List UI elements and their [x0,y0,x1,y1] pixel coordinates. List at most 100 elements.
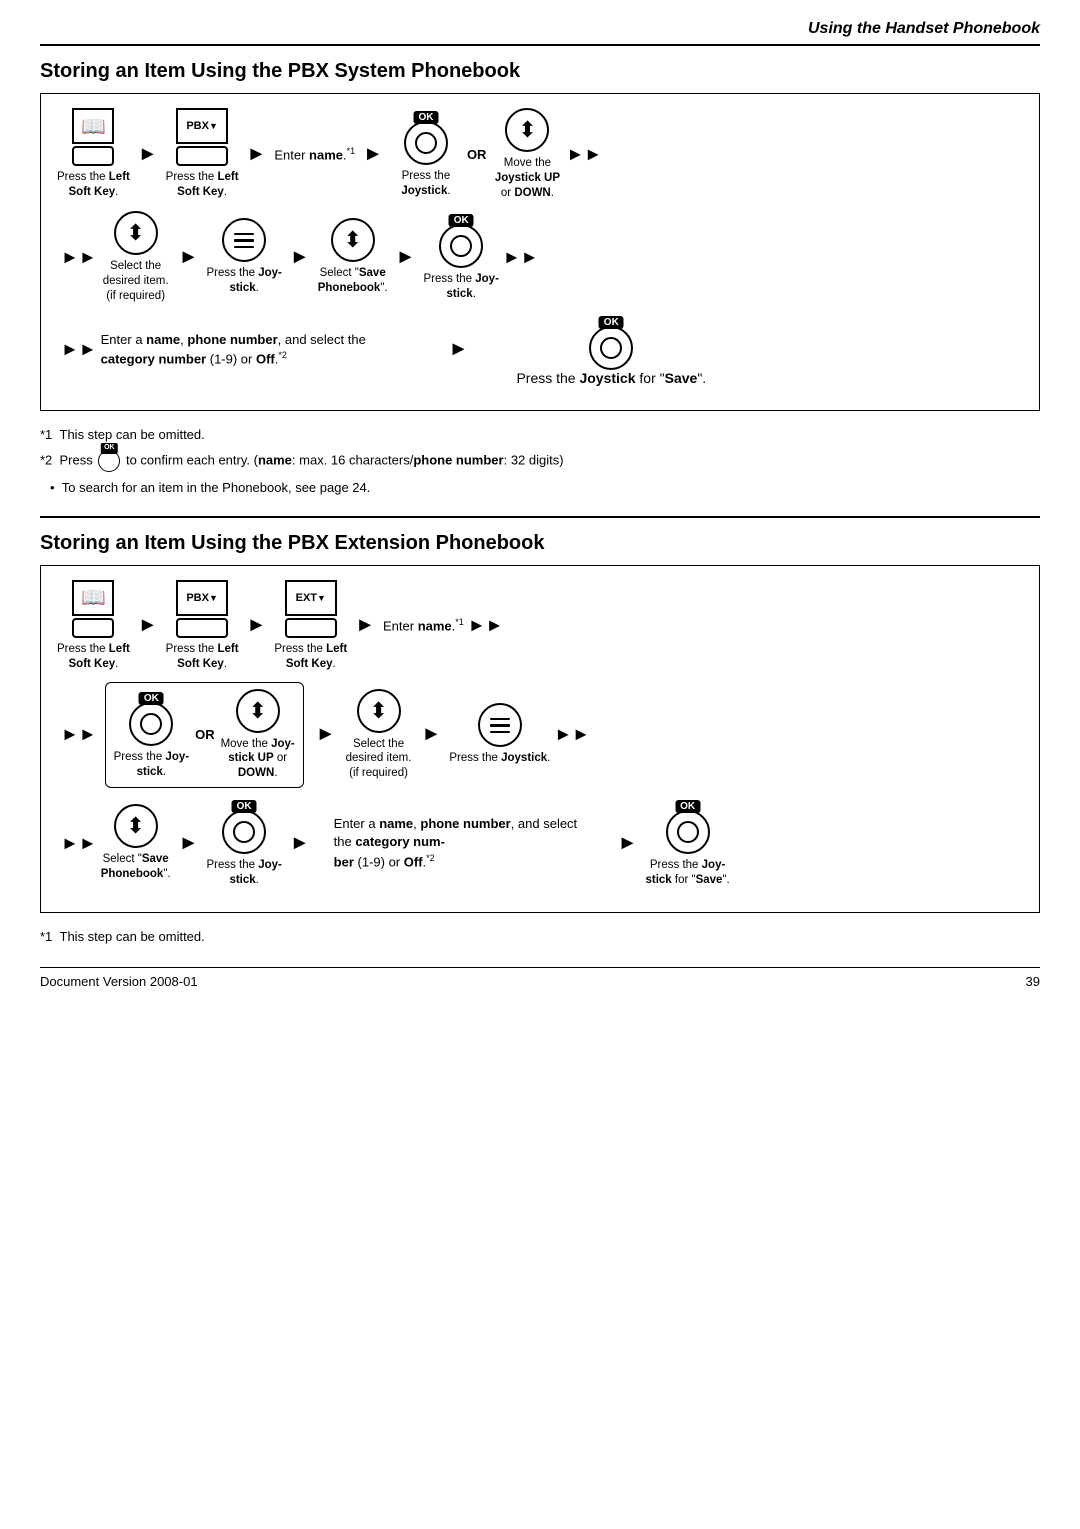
step-select-save: ⬍ Select "SavePhonebook". [318,218,388,296]
s2-arrow6: ► [179,832,199,855]
joystick-up-icon: ⬍ [505,108,549,152]
book-btn [72,146,114,166]
pbx-icon: PBX▼ [176,108,228,144]
footer-page: 39 [1026,974,1040,989]
s2-pbx-btn [176,618,228,638]
s2-move-label: Move the Joy-stick UP orDOWN. [221,737,295,782]
s2-enter-name: Enter name.*1 [383,617,464,633]
page-footer: Document Version 2008-01 39 [40,967,1040,989]
press-joystick-label2: Press the Joy-stick. [206,266,281,296]
s2-select-label: Select thedesired item.(if required) [346,737,412,782]
arrow4: ► [179,246,199,269]
arrow-double-4: ►► [61,339,97,360]
s2-select-save-label: Select "SavePhonebook". [101,852,171,882]
header-rule [40,44,1040,46]
s2-enter-name-text: Enter name.*1 [383,617,464,633]
s2-step-select: ⬍ Select thedesired item.(if required) [344,689,414,782]
arrow-double-2: ►► [61,247,97,268]
s2-joystick-select: ⬍ [357,689,401,733]
s2-step-joy-up: ⬍ Move the Joy-stick UP orDOWN. [221,689,295,782]
s2-book-icon: 📖 [72,580,114,616]
s2-menu-line2 [490,724,510,727]
note1-1: *1 This step can be omitted. [40,425,1040,445]
s2-step-ext: EXT▼ Press the LeftSoft Key. [274,580,347,672]
s2-menu-line1 [490,718,510,721]
s2-menu-line3 [490,731,510,734]
step-pbx-1: PBX▼ Press the LeftSoft Key. [166,108,239,200]
step1-label: Press the LeftSoft Key. [57,170,130,200]
s2-step-joy-ok: OK Press the Joy-stick. [114,690,189,780]
section1-row2: ►► ⬍ Select thedesired item.(if required… [57,211,1023,304]
page-header: Using the Handset Phonebook [40,20,1040,38]
s2-arrow3: ► [355,614,375,637]
joystick-up-arrows: ⬍ [518,119,536,141]
s2-menu-icon [478,703,522,747]
s2-arrow7: ► [290,832,310,855]
menu-icon [222,218,266,262]
enter-details-text: Enter a name, phone number, and select t… [101,331,421,369]
s2-step-up-save: ⬍ Select "SavePhonebook". [101,804,171,882]
step2-label: Press the LeftSoft Key. [166,170,239,200]
s2-up-arrows2: ⬍ [126,815,144,837]
joystick-arrows2: ⬍ [126,222,144,244]
or-label-1: OR [467,147,487,162]
step-joystick-up-1: ⬍ Move theJoystick UPor DOWN. [492,108,562,201]
s2-joystick-up2: ⬍ [114,804,158,848]
s2-joystick-ok2 [222,810,266,854]
move-joystick-label: Move theJoystick UPor DOWN. [495,156,560,201]
arrow-double-3: ►► [503,247,539,268]
step-press-ok: OK Press the Joy-stick. [423,212,498,302]
s2-arrow-double4: ►► [61,833,97,854]
joystick-ok-icon3 [589,326,633,370]
s2-step-pbx: PBX▼ Press the LeftSoft Key. [166,580,239,672]
section2-row3: ►► ⬍ Select "SavePhonebook". ► OK Press … [57,798,1023,888]
s2-step-book: 📖 Press the LeftSoft Key. [57,580,130,672]
s2-book-btn [72,618,114,638]
s2-arrow-double3: ►► [554,724,590,745]
section1-row1: 📖 Press the LeftSoft Key. ► PBX▼ Press t… [57,108,1023,201]
section1-row3: ►► Enter a name, phone number, and selec… [57,314,1023,386]
step-joystick-ok-1: OK Press theJoystick. [391,109,461,199]
s2-joystick-up: ⬍ [236,689,280,733]
menu-line2 [234,239,254,242]
step-select-item: ⬍ Select thedesired item.(if required) [101,211,171,304]
s2-step3-label: Press the LeftSoft Key. [274,642,347,672]
press-joystick-label: Press theJoystick. [401,169,450,199]
menu-line3 [234,246,254,249]
step-save-joystick: OK Press the Joystick for "Save". [516,314,706,386]
s2-press-joy-label: Press the Joy-stick. [114,750,189,780]
book-icon: 📖 [72,108,114,144]
s2-step2-label: Press the LeftSoft Key. [166,642,239,672]
note2-1: *1 This step can be omitted. [40,927,1040,947]
joystick-ok-icon [404,121,448,165]
s2-select-arrows: ⬍ [369,700,387,722]
s2-arrow8: ► [618,832,638,855]
menu-line1 [234,233,254,236]
note1-bullet: • To search for an item in the Phonebook… [50,478,1040,498]
select-desired-label: Select thedesired item.(if required) [103,259,169,304]
arrow7: ► [449,338,469,361]
select-save-label: Select "SavePhonebook". [318,266,388,296]
s2-step1-label: Press the LeftSoft Key. [57,642,130,672]
s2-step-ok-press: OK Press the Joy-stick. [206,798,281,888]
press-joystick-label3: Press the Joy-stick. [423,272,498,302]
joystick-ok-icon2 [439,224,483,268]
arrow1: ► [138,143,158,166]
s2-step-final-ok: OK Press the Joy-stick for "Save". [645,798,729,888]
enter-name-cell: Enter name.*1 ► [274,143,391,166]
arrow-double-1: ►► [566,144,602,165]
s2-arrow2: ► [247,614,267,637]
notes-section2: *1 This step can be omitted. [40,927,1040,947]
step-book-1: 📖 Press the LeftSoft Key. [57,108,130,200]
section2-diagram: 📖 Press the LeftSoft Key. ► PBX▼ Press t… [40,565,1040,914]
s2-press-joystick-label: Press the Joystick. [449,751,550,766]
notes-section1: *1 This step can be omitted. *2 Press OK… [40,425,1040,498]
note1-2: *2 Press OK to confirm each entry. (name… [40,450,1040,472]
s2-step-menu: Press the Joystick. [449,703,550,766]
s2-arrow4: ► [316,723,336,746]
section-rule [40,516,1040,518]
s2-enter-text: Enter a name, phone number, and select t… [334,815,594,871]
s2-up-arrows: ⬍ [248,700,266,722]
section1-title: Storing an Item Using the PBX System Pho… [40,60,1040,83]
joystick-icon3: ⬍ [331,218,375,262]
